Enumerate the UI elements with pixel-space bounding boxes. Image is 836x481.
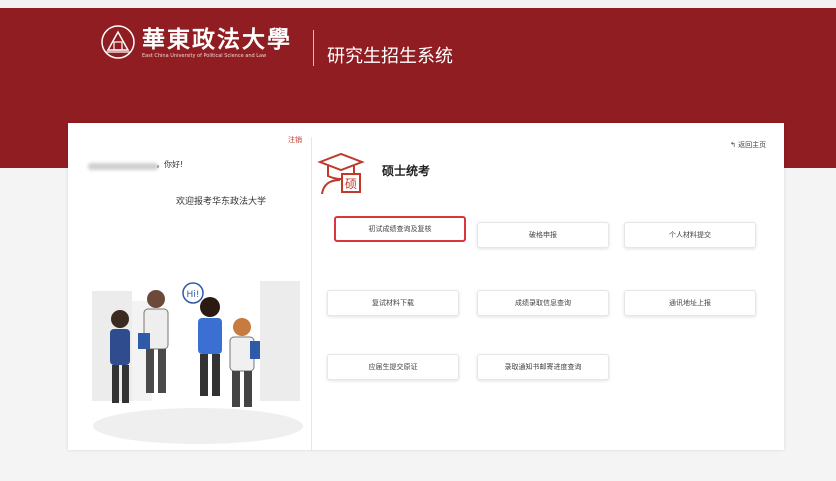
browser-top-strip [0,0,836,8]
btn-admission-info-query[interactable]: 成绩录取信息查询 [477,290,609,316]
back-arrow-icon: ↰ [730,141,736,149]
btn-notice-mail-tracking[interactable]: 录取通知书邮寄进度查询 [477,354,609,380]
header-divider [313,30,314,66]
logout-link[interactable]: 注销 [288,135,302,145]
blurred-username [88,163,158,170]
btn-submit-certificates[interactable]: 应届生提交原证 [327,354,459,380]
welcome-text: 欢迎报考华东政法大学 [176,197,267,207]
section-title: 硕士统考 [382,164,431,178]
btn-exceptional-application[interactable]: 破格申报 [477,222,609,248]
students-illustration: Hi! [92,281,303,444]
university-name-cn: 華東政法大學 [142,26,292,53]
btn-mailing-address[interactable]: 通讯地址上报 [624,290,756,316]
user-panel: 注销 ，你好! 欢迎报考华东政法大学 Hi! [68,123,308,450]
system-title: 研究生招生系统 [327,46,453,67]
svg-text:硕: 硕 [345,177,357,191]
svg-text:Hi!: Hi! [187,290,200,300]
back-home-link[interactable]: ↰ 返回主页 [730,140,766,150]
card-divider [311,137,312,450]
btn-retest-materials-download[interactable]: 复试材料下载 [327,290,459,316]
graduate-cap-icon: 硕 [317,152,365,194]
btn-personal-materials[interactable]: 个人材料提交 [624,222,756,248]
greeting-text: ，你好! [156,160,184,169]
btn-initial-score-query[interactable]: 初试成绩查询及复核 [334,216,466,242]
university-name-en: East China University of Political Scien… [142,53,267,59]
back-home-label: 返回主页 [738,141,767,149]
university-logo-icon [101,25,135,59]
